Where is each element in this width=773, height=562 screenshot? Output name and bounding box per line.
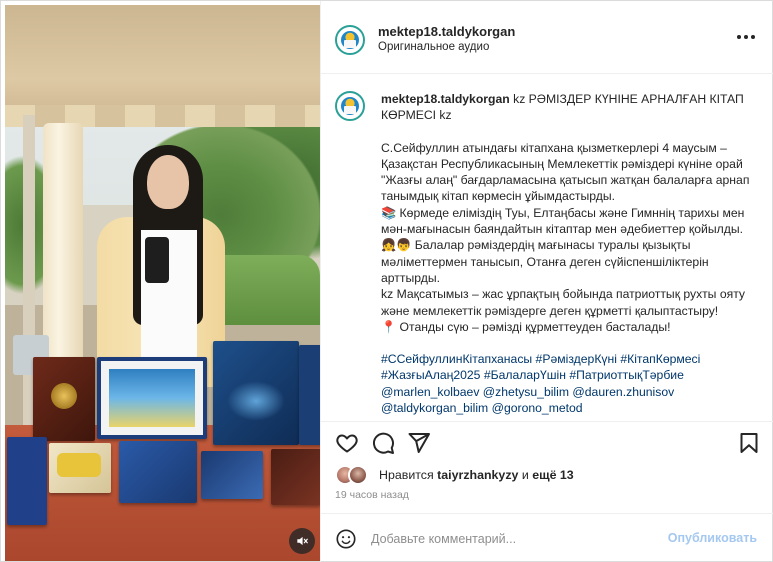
- likes-conjunction: и: [521, 468, 529, 482]
- video-frame-image: [5, 5, 320, 561]
- post-video[interactable]: [5, 5, 320, 561]
- more-icon: [737, 35, 741, 39]
- like-button[interactable]: [335, 431, 359, 455]
- liker-avatar[interactable]: [348, 465, 368, 485]
- caption-goal-line: kz Мақсатымыз – жас ұрпақтың бойында пат…: [381, 287, 746, 318]
- heart-icon: [336, 434, 358, 453]
- save-button[interactable]: [737, 431, 761, 455]
- post-dialog: mektep18.taldykorgan Оригинальное аудио …: [0, 0, 773, 562]
- post-panel: mektep18.taldykorgan Оригинальное аудио …: [320, 1, 773, 562]
- caption-pin-line: 📍 Отанды сүю – рәмізді құрметтеуден баст…: [381, 319, 671, 334]
- audio-label[interactable]: Оригинальное аудио: [378, 41, 489, 53]
- comment-bar: Опубликовать: [321, 513, 773, 562]
- share-button[interactable]: [407, 431, 431, 455]
- author-avatar[interactable]: [335, 25, 365, 55]
- caption-username[interactable]: mektep18.taldykorgan: [381, 92, 510, 106]
- comment-icon: [372, 432, 394, 454]
- caption-children-line: 👧👦 Балалар рәміздердің мағынасы туралы қ…: [381, 238, 709, 285]
- author-username[interactable]: mektep18.taldykorgan: [378, 24, 515, 39]
- header-divider: [321, 73, 773, 74]
- comment-button[interactable]: [371, 431, 395, 455]
- likes-prefix: Нравится: [379, 468, 434, 482]
- comment-input[interactable]: [371, 527, 671, 551]
- caption-text: mektep18.taldykorgan kz РӘМІЗДЕР КҮНІНЕ …: [381, 91, 759, 416]
- post-actions: [335, 431, 761, 457]
- post-timestamp[interactable]: 19 часов назад: [335, 489, 409, 501]
- caption-books-line: 📚 Көрмеде еліміздің Туы, Елтаңбасы және …: [381, 205, 745, 237]
- hashtags-line[interactable]: #ССейфуллинКітапханасы #РәміздерКүні #Кі…: [381, 351, 759, 367]
- emoji-icon: [336, 529, 356, 549]
- bookmark-icon: [740, 433, 758, 453]
- caption-avatar[interactable]: [335, 91, 365, 121]
- publish-button[interactable]: Опубликовать: [668, 531, 757, 545]
- mute-button[interactable]: [289, 528, 315, 554]
- actions-divider: [321, 421, 773, 422]
- emoji-button[interactable]: [335, 528, 357, 550]
- mentions-line[interactable]: @taldykorgan_bilim @gorono_metod: [381, 400, 759, 416]
- likes-more-link[interactable]: ещё 13: [532, 468, 573, 482]
- post-header: mektep18.taldykorgan Оригинальное аудио: [335, 21, 761, 57]
- liker-username[interactable]: taiyrzhankyzy: [437, 468, 518, 482]
- caption-section: mektep18.taldykorgan kz РӘМІЗДЕР КҮНІНЕ …: [335, 89, 761, 417]
- muted-speaker-icon: [297, 536, 308, 546]
- mentions-line[interactable]: @marlen_kolbaev @zhetysu_bilim @dauren.z…: [381, 384, 759, 400]
- send-icon: [408, 433, 430, 453]
- more-options-button[interactable]: [737, 29, 755, 45]
- likes-summary: Нравится taiyrzhankyzy и ещё 13: [335, 465, 761, 487]
- caption-paragraph: С.Сейфуллин атындағы кітапхана қызметкер…: [381, 140, 750, 204]
- likes-text: Нравится taiyrzhankyzy и ещё 13: [379, 468, 574, 482]
- hashtags-line[interactable]: #ЖазғыАлаң2025 #БалаларҮшін #ПатриоттықТ…: [381, 367, 759, 383]
